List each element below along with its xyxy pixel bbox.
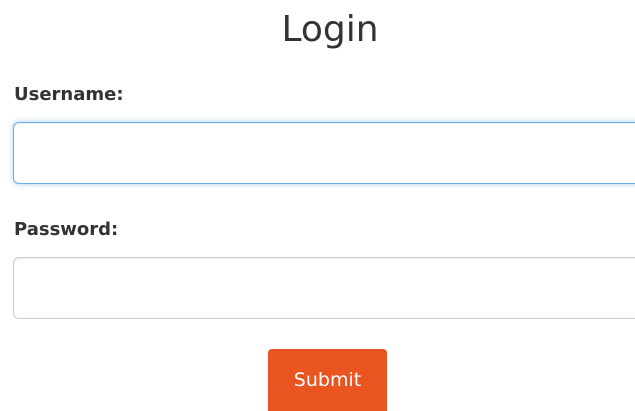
page-title: Login xyxy=(281,9,379,50)
password-input[interactable] xyxy=(13,257,635,319)
password-label: Password: xyxy=(14,219,119,240)
login-page: Login Username: Password: Submit xyxy=(0,0,635,411)
username-input[interactable] xyxy=(13,122,635,184)
submit-button[interactable]: Submit xyxy=(268,349,387,411)
username-label: Username: xyxy=(14,84,124,105)
